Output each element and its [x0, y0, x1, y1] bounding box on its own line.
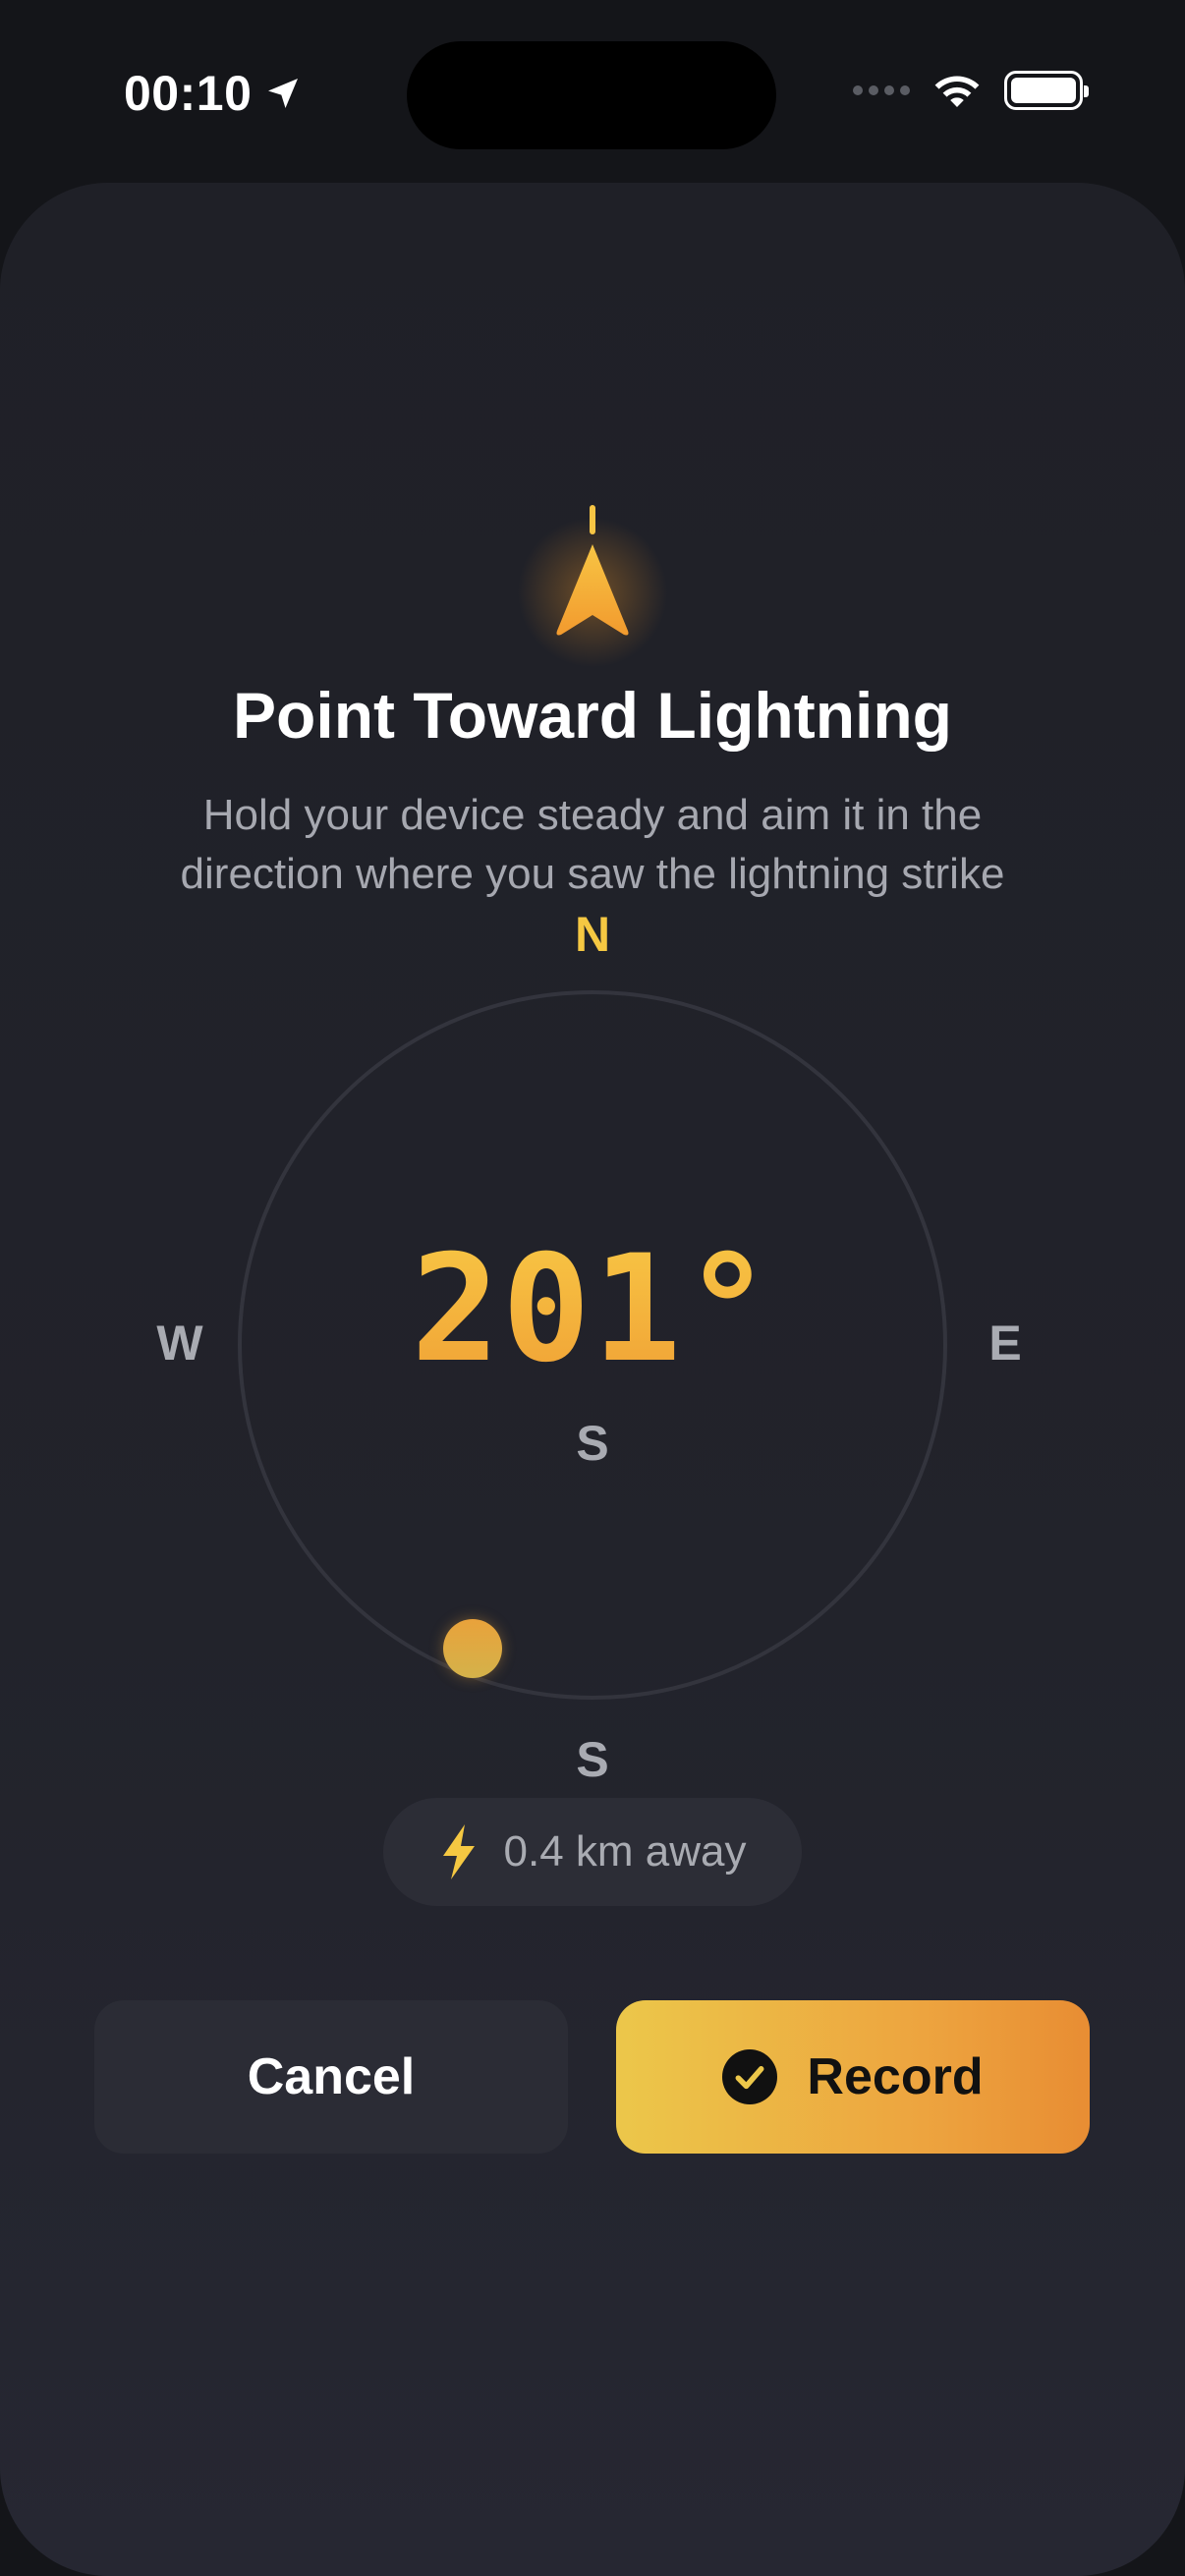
- battery-icon: [1004, 71, 1089, 110]
- page-title: Point Toward Lightning: [233, 679, 952, 752]
- time-label: 00:10: [124, 66, 253, 121]
- location-arrow-icon: [268, 79, 299, 108]
- distance-text: 0.4 km away: [503, 1827, 747, 1876]
- heading-cardinal: S: [576, 1416, 609, 1471]
- heading-indicator-dot: [443, 1619, 502, 1678]
- direction-arrow-icon: [556, 505, 629, 636]
- compass-north-label: N: [574, 907, 611, 962]
- screen: 00:10 Point Toward Lightning Hold your d…: [0, 0, 1185, 2576]
- status-bar-indicators: [853, 71, 1089, 110]
- instruction-text: Hold your device steady and aim it in th…: [180, 791, 1005, 898]
- record-button-label: Record: [807, 2048, 984, 2105]
- heading-degrees: 201°: [0, 1224, 1185, 1395]
- record-button[interactable]: Record: [616, 2000, 1090, 2154]
- lightning-bolt-icon: [442, 1824, 475, 1879]
- cancel-button[interactable]: Cancel: [94, 2000, 568, 2154]
- wifi-icon: [934, 76, 980, 107]
- compass-south-label: S: [576, 1732, 609, 1787]
- dynamic-island: [407, 41, 776, 149]
- checkmark-circle-icon: [722, 2049, 778, 2104]
- status-bar-time: 00:10: [124, 65, 303, 122]
- cellular-signal-icon: [853, 85, 910, 95]
- distance-badge: 0.4 km away: [383, 1798, 802, 1906]
- cancel-button-label: Cancel: [247, 2048, 416, 2105]
